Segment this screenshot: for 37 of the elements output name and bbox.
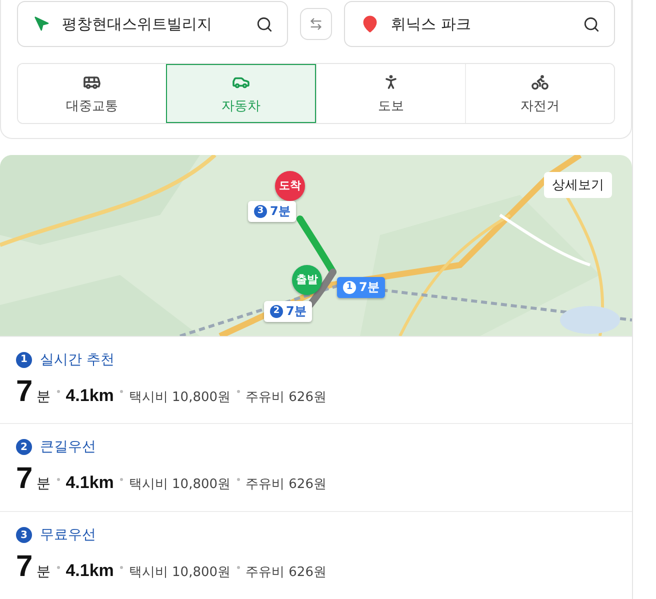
location-arrow-icon: [34, 16, 50, 32]
fuel-cost: 주유비 626원: [246, 564, 326, 582]
route-name: 무료우선: [40, 526, 96, 544]
taxi-fare: 택시비 10,800원: [128, 564, 231, 582]
route-option[interactable]: 2 큰길우선 7 분 4.1km 택시비 10,800원 주유비 626원: [0, 423, 632, 512]
route-name: 실시간 추천: [40, 350, 114, 369]
map-pin-icon: [361, 15, 379, 33]
taxi-fare: 택시비 10,800원: [128, 388, 231, 406]
distance: 4.1km: [66, 386, 114, 406]
destination-field[interactable]: 휘닉스 파크: [344, 1, 615, 47]
duration-value: 7: [16, 550, 33, 584]
duration-value: 7: [16, 374, 33, 409]
duration-unit: 분: [36, 563, 51, 582]
distance: 4.1km: [66, 473, 114, 494]
fuel-cost: 주유비 626원: [246, 476, 326, 494]
origin-field[interactable]: 평창현대스위트빌리지: [17, 1, 288, 47]
travel-mode-tab[interactable]: 자전거: [465, 64, 614, 123]
route-number: 3: [16, 527, 32, 544]
route-number: 2: [16, 439, 32, 456]
route-time-label[interactable]: 2 7분: [264, 300, 312, 322]
swap-arrows-icon: [309, 17, 323, 31]
route-option[interactable]: 3 무료우선 7 분 4.1km 택시비 10,800원 주유비 626원: [0, 511, 632, 599]
search-icon[interactable]: [583, 16, 600, 32]
detail-view-button[interactable]: 상세보기: [544, 172, 612, 198]
route-number: 1: [16, 352, 32, 368]
distance: 4.1km: [66, 561, 114, 582]
fuel-cost: 주유비 626원: [246, 388, 326, 406]
route-option[interactable]: 1 실시간 추천 7 분 4.1km 택시비 10,800원 주유비 626원: [0, 336, 632, 424]
duration-unit: 분: [36, 475, 51, 494]
duration-value: 7: [16, 462, 33, 496]
route-name: 큰길우선: [40, 438, 96, 456]
route-time-label[interactable]: 3 7분: [248, 200, 296, 222]
taxi-fare: 택시비 10,800원: [128, 476, 231, 494]
duration-unit: 분: [36, 388, 51, 406]
swap-button[interactable]: [300, 8, 332, 40]
cyclist-icon: [531, 72, 549, 90]
search-icon[interactable]: [256, 16, 273, 32]
